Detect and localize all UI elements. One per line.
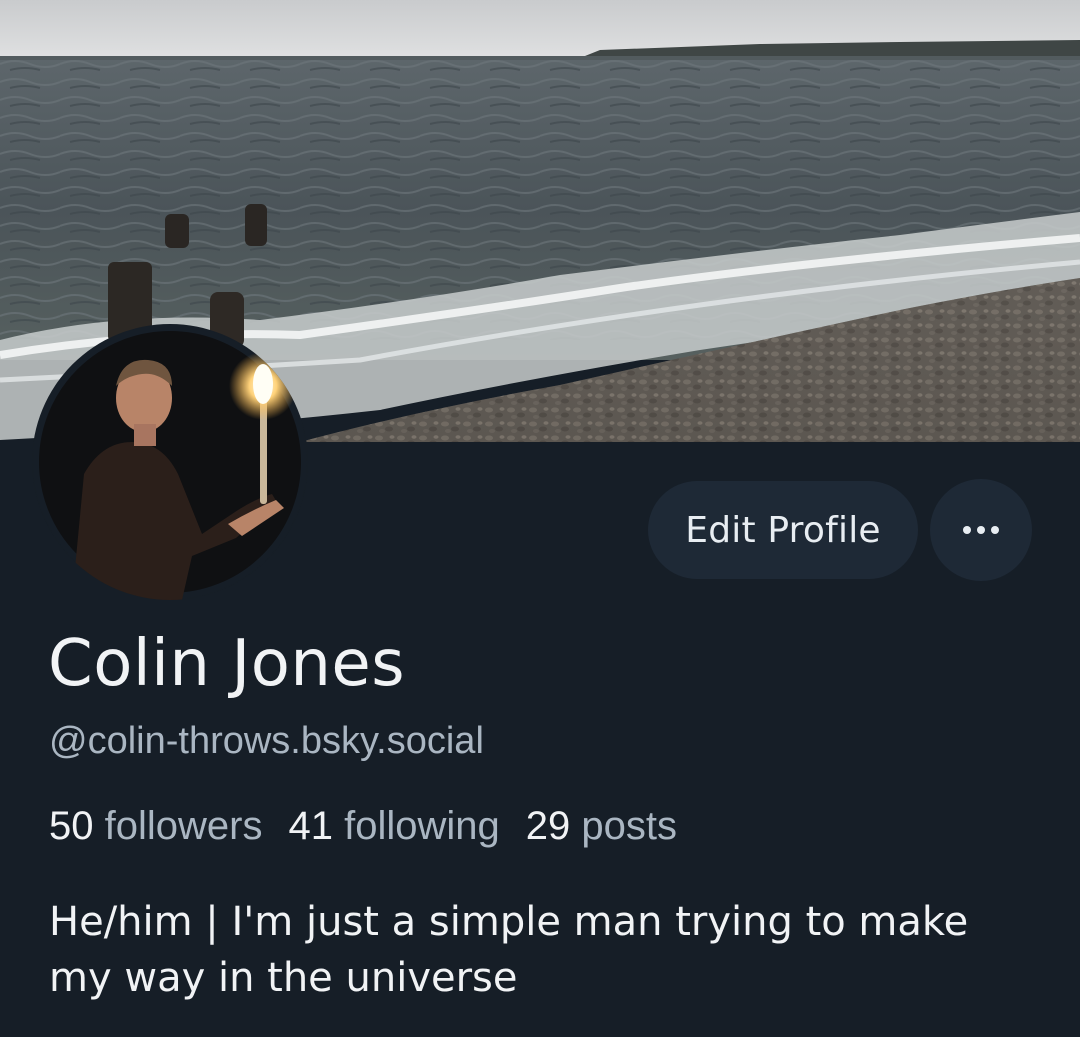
edit-profile-label: Edit Profile	[685, 509, 881, 551]
ellipsis-icon	[963, 526, 999, 534]
avatar-image	[33, 325, 307, 600]
posts-stat: 29 posts	[526, 800, 677, 852]
following-stat[interactable]: 41 following	[288, 800, 499, 852]
posts-label: posts	[581, 804, 677, 848]
profile-actions: Edit Profile	[648, 479, 1032, 581]
followers-label: followers	[104, 804, 263, 848]
display-name: Colin Jones	[48, 627, 406, 701]
edit-profile-button[interactable]: Edit Profile	[648, 481, 918, 579]
followers-stat[interactable]: 50 followers	[49, 800, 262, 852]
following-count: 41	[288, 804, 333, 848]
profile-page: Edit Profile Colin Jones @colin-throws.b…	[0, 0, 1080, 1037]
avatar[interactable]	[32, 324, 308, 600]
profile-bio: He/him | I'm just a simple man trying to…	[49, 899, 969, 1001]
profile-stats: 50 followers 41 following 29 posts	[49, 800, 677, 852]
more-options-button[interactable]	[930, 479, 1032, 581]
posts-count: 29	[525, 804, 571, 848]
following-label: following	[344, 804, 500, 848]
profile-handle: @colin-throws.bsky.social	[49, 720, 484, 762]
followers-count: 50	[49, 804, 94, 848]
